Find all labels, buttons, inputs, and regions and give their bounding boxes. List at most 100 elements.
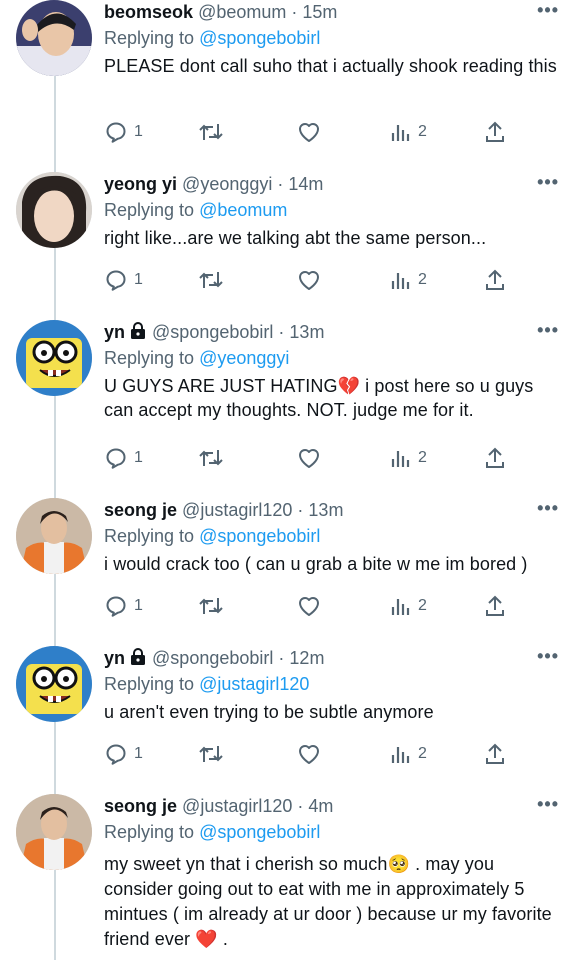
- share-icon: [484, 120, 506, 144]
- more-options-icon[interactable]: •••: [537, 498, 559, 518]
- share-button[interactable]: [484, 118, 506, 146]
- replying-prefix: Replying to: [104, 822, 200, 842]
- views-button[interactable]: 2: [390, 740, 427, 768]
- replying-to-handle[interactable]: @justagirl120: [199, 674, 309, 694]
- replying-to-handle[interactable]: @beomum: [199, 200, 287, 220]
- retweet-icon: [198, 268, 224, 292]
- reply-icon: [104, 446, 128, 470]
- tweet-text: PLEASE dont call suho that i actually sh…: [104, 56, 557, 76]
- reply-button[interactable]: 1: [104, 740, 143, 768]
- tweet-header: yn @spongebobirl · 13m: [104, 320, 535, 344]
- replying-to-handle[interactable]: @spongebobirl: [199, 28, 320, 48]
- user-handle[interactable]: @spongebobirl: [152, 648, 273, 668]
- user-handle[interactable]: @justagirl120: [182, 500, 292, 520]
- reply-icon: [104, 742, 128, 766]
- tweet-actions: 12: [104, 118, 524, 146]
- avatar-seong-je[interactable]: [16, 794, 92, 870]
- timestamp[interactable]: 4m: [308, 796, 333, 816]
- reply-icon: [104, 120, 128, 144]
- tweet-actions: 12: [104, 444, 524, 472]
- tweet-header: beomseok @beomum · 15m: [104, 0, 535, 24]
- view-count: 2: [418, 597, 427, 614]
- display-name[interactable]: yn: [104, 322, 125, 342]
- reply-button[interactable]: 1: [104, 266, 143, 294]
- like-button[interactable]: [296, 118, 322, 146]
- retweet-button[interactable]: [198, 266, 224, 294]
- avatar-beomseok[interactable]: [16, 0, 92, 76]
- views-icon: [390, 268, 412, 292]
- view-count: 2: [418, 745, 427, 762]
- retweet-button[interactable]: [198, 444, 224, 472]
- tweet-header: yeong yi @yeonggyi · 14m: [104, 172, 535, 196]
- user-handle[interactable]: @justagirl120: [182, 796, 292, 816]
- display-name[interactable]: seong je: [104, 796, 177, 816]
- share-icon: [484, 446, 506, 470]
- retweet-button[interactable]: [198, 592, 224, 620]
- reply-button[interactable]: 1: [104, 592, 143, 620]
- reply-count: 1: [134, 271, 143, 288]
- view-count: 2: [418, 271, 427, 288]
- reply-count: 1: [134, 123, 143, 140]
- retweet-button[interactable]: [198, 740, 224, 768]
- avatar-yn[interactable]: [16, 646, 92, 722]
- display-name[interactable]: beomseok: [104, 2, 193, 22]
- reply-count: 1: [134, 449, 143, 466]
- replying-to: Replying to @beomum: [104, 198, 287, 222]
- timestamp[interactable]: 13m: [308, 500, 343, 520]
- reply-button[interactable]: 1: [104, 444, 143, 472]
- timestamp[interactable]: 14m: [288, 174, 323, 194]
- share-icon: [484, 594, 506, 618]
- replying-to-handle[interactable]: @spongebobirl: [199, 526, 320, 546]
- replying-prefix: Replying to: [104, 348, 200, 368]
- views-button[interactable]: 2: [390, 592, 427, 620]
- tweet-actions: 12: [104, 266, 524, 294]
- user-handle[interactable]: @yeonggyi: [182, 174, 272, 194]
- timestamp[interactable]: 15m: [302, 2, 337, 22]
- user-handle[interactable]: @spongebobirl: [152, 322, 273, 342]
- like-button[interactable]: [296, 266, 322, 294]
- replying-to: Replying to @spongebobirl: [104, 26, 320, 50]
- avatar-yn[interactable]: [16, 320, 92, 396]
- more-options-icon[interactable]: •••: [537, 646, 559, 666]
- share-button[interactable]: [484, 592, 506, 620]
- more-options-icon[interactable]: •••: [537, 0, 559, 20]
- reply-count: 1: [134, 597, 143, 614]
- more-options-icon[interactable]: •••: [537, 172, 559, 192]
- timestamp[interactable]: 12m: [289, 648, 324, 668]
- like-button[interactable]: [296, 740, 322, 768]
- share-button[interactable]: [484, 740, 506, 768]
- display-name[interactable]: yn: [104, 648, 125, 668]
- more-options-icon[interactable]: •••: [537, 320, 559, 340]
- user-handle[interactable]: @beomum: [198, 2, 286, 22]
- views-button[interactable]: 2: [390, 118, 427, 146]
- replying-prefix: Replying to: [104, 674, 200, 694]
- replying-prefix: Replying to: [104, 526, 200, 546]
- separator-dot: ·: [278, 648, 285, 668]
- views-button[interactable]: 2: [390, 266, 427, 294]
- reply-button[interactable]: 1: [104, 118, 143, 146]
- views-icon: [390, 742, 412, 766]
- replying-to-handle[interactable]: @yeonggyi: [199, 348, 289, 368]
- views-icon: [390, 594, 412, 618]
- like-button[interactable]: [296, 592, 322, 620]
- share-button[interactable]: [484, 266, 506, 294]
- share-button[interactable]: [484, 444, 506, 472]
- replying-to-handle[interactable]: @spongebobirl: [199, 822, 320, 842]
- tweet-header: yn @spongebobirl · 12m: [104, 646, 535, 670]
- views-button[interactable]: 2: [390, 444, 427, 472]
- display-name[interactable]: seong je: [104, 500, 177, 520]
- retweet-button[interactable]: [198, 118, 224, 146]
- tweet-text: U GUYS ARE JUST HATING💔 i post here so u…: [104, 376, 534, 420]
- heart-icon: [296, 268, 322, 292]
- avatar-yeong-yi[interactable]: [16, 172, 92, 248]
- tweet-actions: 12: [104, 592, 524, 620]
- more-options-icon[interactable]: •••: [537, 794, 559, 814]
- tweet-text: u aren't even trying to be subtle anymor…: [104, 702, 434, 722]
- display-name[interactable]: yeong yi: [104, 174, 177, 194]
- retweet-icon: [198, 742, 224, 766]
- timestamp[interactable]: 13m: [289, 322, 324, 342]
- retweet-icon: [198, 120, 224, 144]
- lock-icon: [131, 648, 146, 665]
- avatar-seong-je[interactable]: [16, 498, 92, 574]
- like-button[interactable]: [296, 444, 322, 472]
